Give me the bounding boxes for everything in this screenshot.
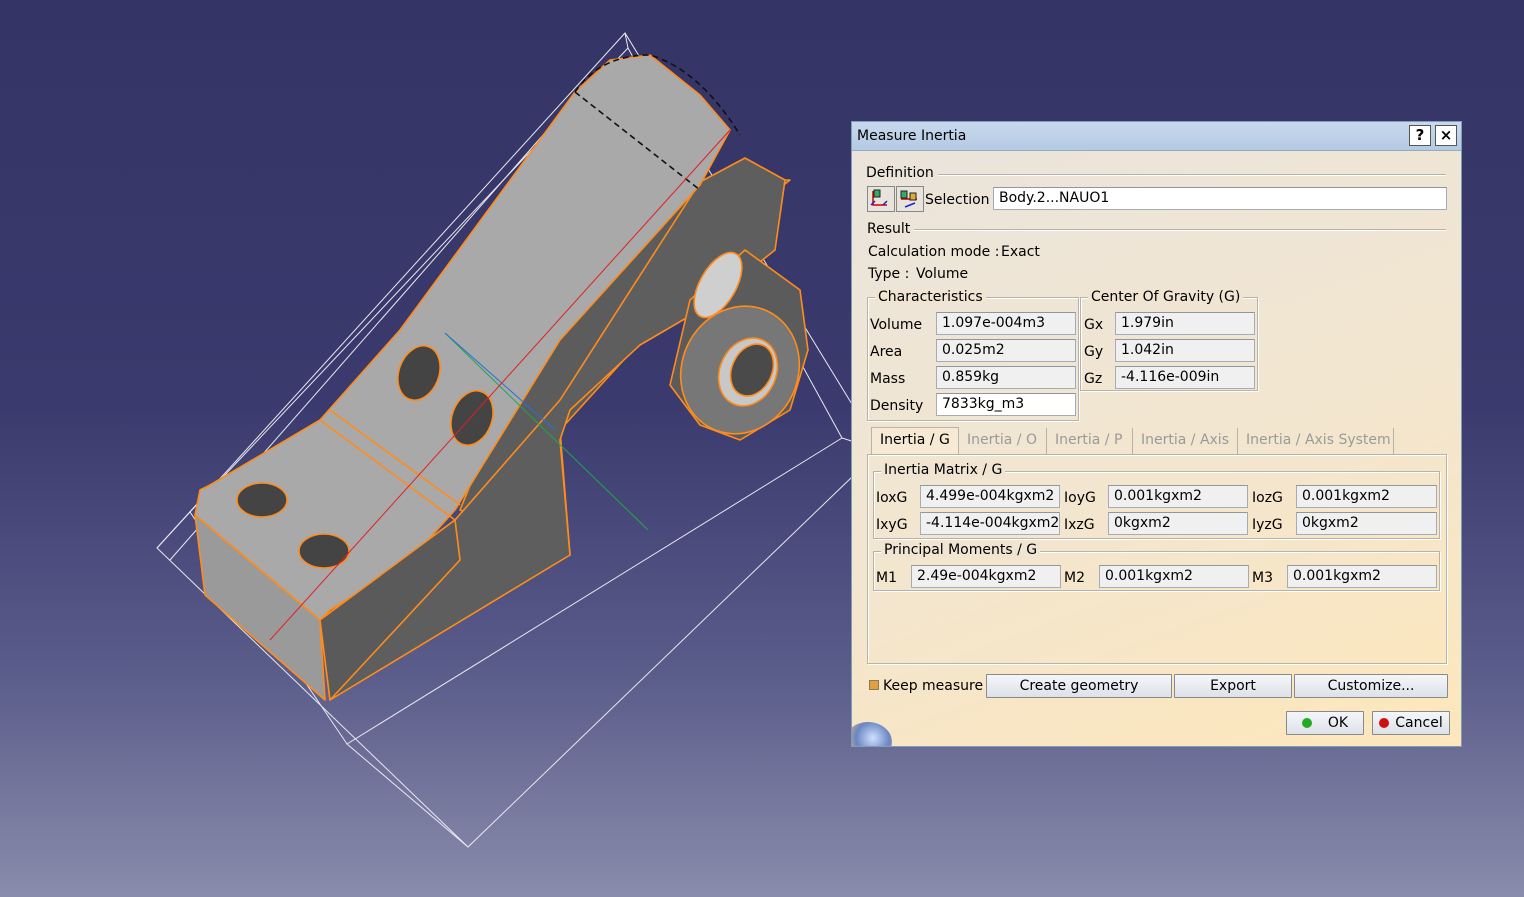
dialog-titlebar[interactable]: Measure Inertia ? ×	[852, 122, 1461, 151]
gy-label: Gy	[1084, 344, 1104, 360]
export-button[interactable]: Export	[1174, 674, 1292, 698]
iozg-field[interactable]: 0.001kgxm2	[1296, 485, 1437, 508]
selection-label: Selection :	[925, 192, 999, 208]
area-field[interactable]: 0.025m2	[936, 339, 1076, 362]
density-label: Density	[870, 398, 924, 414]
m2-label: M2	[1064, 570, 1085, 586]
customize-button[interactable]: Customize...	[1294, 674, 1448, 698]
ixyg-field[interactable]: -4.114e-004kgxm2	[920, 512, 1060, 535]
calc-mode-label: Calculation mode :	[868, 244, 1000, 260]
keep-measure-label: Keep measure	[883, 678, 984, 694]
mass-label: Mass	[870, 371, 906, 387]
ixyg-label: IxyG	[876, 517, 908, 533]
tab-inertia-axis[interactable]: Inertia / Axis	[1133, 428, 1238, 454]
tab-inertia-p[interactable]: Inertia / P	[1047, 428, 1133, 454]
ioyg-label: IoyG	[1064, 490, 1096, 506]
gx-label: Gx	[1084, 317, 1104, 333]
density-field[interactable]: 7833kg_m3	[936, 393, 1076, 416]
cancel-button[interactable]: Cancel	[1372, 711, 1450, 735]
m3-field[interactable]: 0.001kgxm2	[1287, 565, 1437, 588]
type-value: Volume	[916, 266, 969, 282]
ixzg-field[interactable]: 0kgxm2	[1108, 512, 1248, 535]
selection-field[interactable]: Body.2...NAUO1	[993, 187, 1447, 210]
iozg-label: IozG	[1252, 490, 1283, 506]
m2-field[interactable]: 0.001kgxm2	[1099, 565, 1249, 588]
catia-logo-icon	[852, 722, 892, 746]
cancel-label: Cancel	[1395, 715, 1443, 731]
characteristics-label: Characteristics	[875, 289, 986, 305]
dialog-title: Measure Inertia	[857, 128, 967, 144]
volume-label: Volume	[870, 317, 923, 333]
area-label: Area	[870, 344, 903, 360]
ixzg-label: IxzG	[1064, 517, 1095, 533]
result-label: Result	[867, 221, 911, 237]
ioyg-field[interactable]: 0.001kgxm2	[1108, 485, 1248, 508]
hole-4	[298, 533, 350, 569]
measure-axis-icon[interactable]	[896, 186, 924, 212]
definition-label: Definition	[866, 165, 934, 181]
gz-field[interactable]: -4.116e-009in	[1115, 366, 1255, 389]
m1-label: M1	[876, 570, 897, 586]
measure-item-icon[interactable]	[867, 186, 895, 212]
cancel-dot-icon	[1379, 718, 1390, 728]
gy-field[interactable]: 1.042in	[1115, 339, 1255, 362]
hole-3	[236, 482, 288, 518]
type-label: Type :	[868, 266, 910, 282]
gx-field[interactable]: 1.979in	[1115, 312, 1255, 335]
result-separator	[914, 229, 1446, 231]
measure-inertia-dialog: Measure Inertia ? × Definition Selection…	[851, 121, 1462, 747]
inertia-matrix-label: Inertia Matrix / G	[881, 462, 1006, 478]
tab-inertia-o[interactable]: Inertia / O	[959, 428, 1047, 454]
m3-label: M3	[1252, 570, 1273, 586]
ok-dot-icon	[1301, 718, 1312, 728]
m1-field[interactable]: 2.49e-004kgxm2	[911, 565, 1061, 588]
iyzg-field[interactable]: 0kgxm2	[1296, 512, 1437, 535]
tab-inertia-axis-system[interactable]: Inertia / Axis System	[1238, 428, 1394, 454]
create-geometry-button[interactable]: Create geometry	[986, 674, 1172, 698]
cad-part[interactable]	[194, 54, 820, 701]
ok-label: OK	[1327, 715, 1349, 731]
help-button[interactable]: ?	[1409, 125, 1431, 146]
principal-moments-label: Principal Moments / G	[881, 542, 1041, 558]
center-of-gravity-label: Center Of Gravity (G)	[1088, 289, 1244, 305]
ioxg-label: IoxG	[876, 490, 908, 506]
ioxg-field[interactable]: 4.499e-004kgxm2	[920, 485, 1060, 508]
calc-mode-value: Exact	[1001, 244, 1040, 260]
definition-separator	[938, 174, 1446, 176]
iyzg-label: IyzG	[1252, 517, 1283, 533]
tab-inertia-g[interactable]: Inertia / G	[871, 427, 959, 455]
ok-button[interactable]: OK	[1286, 711, 1364, 735]
gz-label: Gz	[1084, 371, 1103, 387]
close-button[interactable]: ×	[1435, 125, 1457, 146]
mass-field[interactable]: 0.859kg	[936, 366, 1076, 389]
keep-measure-checkbox[interactable]	[869, 680, 879, 690]
volume-field[interactable]: 1.097e-004m3	[936, 312, 1076, 335]
